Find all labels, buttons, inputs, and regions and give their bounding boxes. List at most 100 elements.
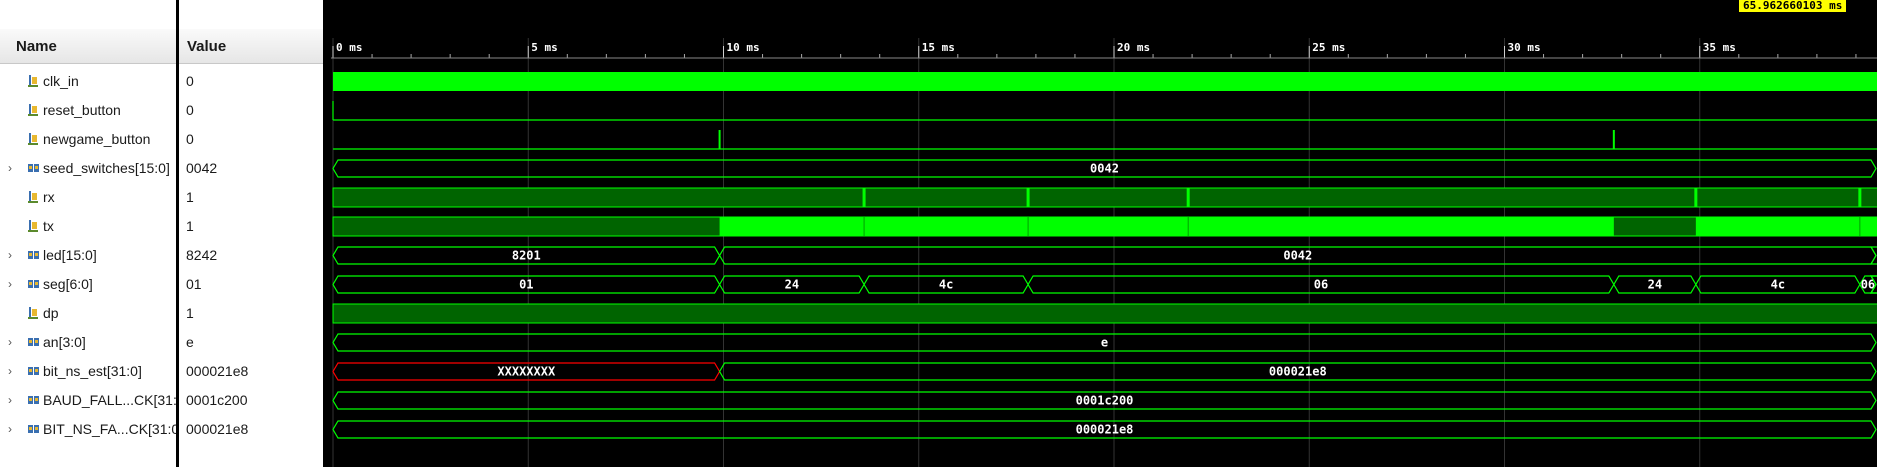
tick-label: 20 ms: [1117, 41, 1150, 54]
bus-segment: [1869, 246, 1877, 265]
signal-value: 1: [186, 305, 194, 321]
bus-value-label: 000021e8: [1076, 423, 1134, 437]
signal-name: tx: [43, 218, 54, 234]
expand-chevron-icon[interactable]: ›: [8, 357, 18, 386]
rx-pulse: [1694, 188, 1698, 207]
signal-name: an[3:0]: [43, 334, 86, 350]
time-ruler: 0 ms5 ms10 ms15 ms20 ms25 ms30 ms35 ms40…: [331, 41, 1877, 59]
newgame-pulse: [1612, 130, 1615, 149]
signal-value: 0042: [186, 160, 218, 176]
signal-value: 0: [186, 73, 194, 89]
bus-signal-icon: [28, 280, 39, 288]
signal-value: 0001c200: [186, 392, 248, 408]
tx-active: [719, 217, 1614, 236]
bus-value-label: 06: [1314, 278, 1328, 292]
bus-value-label: 4c: [1771, 278, 1785, 292]
signal-row-rx[interactable]: rx: [0, 183, 176, 212]
signal-row-baud-fall-ck-31[interactable]: › BAUD_FALL...CK[31:: [0, 386, 176, 415]
signal-value: 8242: [186, 247, 218, 263]
bus-value-label: 0001c200: [1076, 394, 1134, 408]
signal-row-newgame-button[interactable]: newgame_button: [0, 125, 176, 154]
name-column-header[interactable]: Name: [0, 29, 176, 64]
bus-value-label: e: [1101, 336, 1108, 350]
bus-value-label: 000021e8: [1269, 365, 1327, 379]
signal-row-reset-button[interactable]: reset_button: [0, 96, 176, 125]
bit-signal-icon: [28, 133, 38, 145]
signal-row-bit-ns-est-31-0[interactable]: › bit_ns_est[31:0]: [0, 357, 176, 386]
signal-name: bit_ns_est[31:0]: [43, 363, 142, 379]
bus-value-label: XXXXXXXX: [497, 365, 556, 379]
rx-pulse: [1858, 188, 1862, 207]
signal-value: 000021e8: [186, 363, 249, 379]
tick-label: 0 ms: [336, 41, 363, 54]
signal-name: clk_in: [43, 73, 79, 89]
signal-row-led-15-0[interactable]: › led[15:0]: [0, 241, 176, 270]
signal-name: BAUD_FALL...CK[31:: [43, 392, 176, 408]
signal-row-bit-ns-fa-ck-31-0[interactable]: › BIT_NS_FA...CK[31:0: [0, 415, 176, 444]
bit-signal-icon: [28, 191, 38, 203]
tick-label: 35 ms: [1703, 41, 1736, 54]
bus-signal-icon: [28, 425, 39, 433]
bit-signal-icon: [28, 307, 38, 319]
signal-value: 0: [186, 102, 194, 118]
bus-value-label: 24: [785, 278, 799, 292]
waveform-divider[interactable]: [323, 0, 331, 467]
dp-band: [332, 303, 1877, 324]
expand-chevron-icon[interactable]: ›: [8, 154, 18, 183]
tick-label: 25 ms: [1312, 41, 1345, 54]
signal-value: 01: [186, 276, 202, 292]
signal-row-an-3-0[interactable]: › an[3:0]: [0, 328, 176, 357]
tick-label: 15 ms: [922, 41, 955, 54]
signal-row-seed-switches-15-0[interactable]: › seed_switches[15:0]: [0, 154, 176, 183]
signal-traces: 004282010042824201244c06244c06124f01eXXX…: [332, 72, 1877, 439]
bus-value-label: 8201: [512, 249, 541, 263]
bus-signal-icon: [28, 164, 39, 172]
signal-name: dp: [43, 305, 59, 321]
bus-value-label: 0042: [1283, 249, 1312, 263]
bus-value-label: 0042: [1090, 162, 1119, 176]
bus-signal-icon: [28, 367, 39, 375]
signal-name: reset_button: [43, 102, 121, 118]
rx-pulse: [862, 188, 866, 207]
signal-value: e: [186, 334, 194, 350]
expand-chevron-icon[interactable]: ›: [8, 241, 18, 270]
bus-signal-icon: [28, 251, 39, 259]
value-column-header[interactable]: Value: [179, 29, 323, 64]
clk-band: [333, 72, 1877, 91]
rx-pulse: [1026, 188, 1030, 207]
signal-name: seed_switches[15:0]: [43, 160, 170, 176]
signal-name: BIT_NS_FA...CK[31:0: [43, 421, 176, 437]
signal-value: 1: [186, 218, 194, 234]
signal-row-clk-in[interactable]: clk_in: [0, 67, 176, 96]
bus-value-label: 24: [1648, 278, 1662, 292]
signal-row-tx[interactable]: tx: [0, 212, 176, 241]
tx-active: [1695, 217, 1877, 236]
waveform-viewer[interactable]: 0 ms5 ms10 ms15 ms20 ms25 ms30 ms35 ms40…: [331, 0, 1877, 467]
signal-row-dp[interactable]: dp: [0, 299, 176, 328]
signal-name: led[15:0]: [43, 247, 97, 263]
rx-band: [332, 187, 1877, 208]
signal-name: newgame_button: [43, 131, 151, 147]
tick-label: 10 ms: [727, 41, 760, 54]
signal-value: 000021e8: [186, 421, 249, 437]
signal-value: 1: [186, 189, 194, 205]
bit-signal-icon: [28, 104, 38, 116]
cursor-time-label: 65.962660103 ms: [1739, 0, 1847, 12]
bus-signal-icon: [28, 396, 39, 404]
expand-chevron-icon[interactable]: ›: [8, 415, 18, 444]
signal-name: seg[6:0]: [43, 276, 93, 292]
bus-value-label: 01: [519, 278, 533, 292]
expand-chevron-icon[interactable]: ›: [8, 386, 18, 415]
signal-row-seg-6-0[interactable]: › seg[6:0]: [0, 270, 176, 299]
signal-value: 0: [186, 131, 194, 147]
expand-chevron-icon[interactable]: ›: [8, 328, 18, 357]
newgame-pulse: [718, 130, 721, 149]
bit-signal-icon: [28, 220, 38, 232]
expand-chevron-icon[interactable]: ›: [8, 270, 18, 299]
tick-label: 30 ms: [1508, 41, 1541, 54]
bus-signal-icon: [28, 338, 39, 346]
bus-value-label: 4c: [939, 278, 953, 292]
tick-label: 5 ms: [531, 41, 558, 54]
bit-signal-icon: [28, 75, 38, 87]
signal-name: rx: [43, 189, 55, 205]
